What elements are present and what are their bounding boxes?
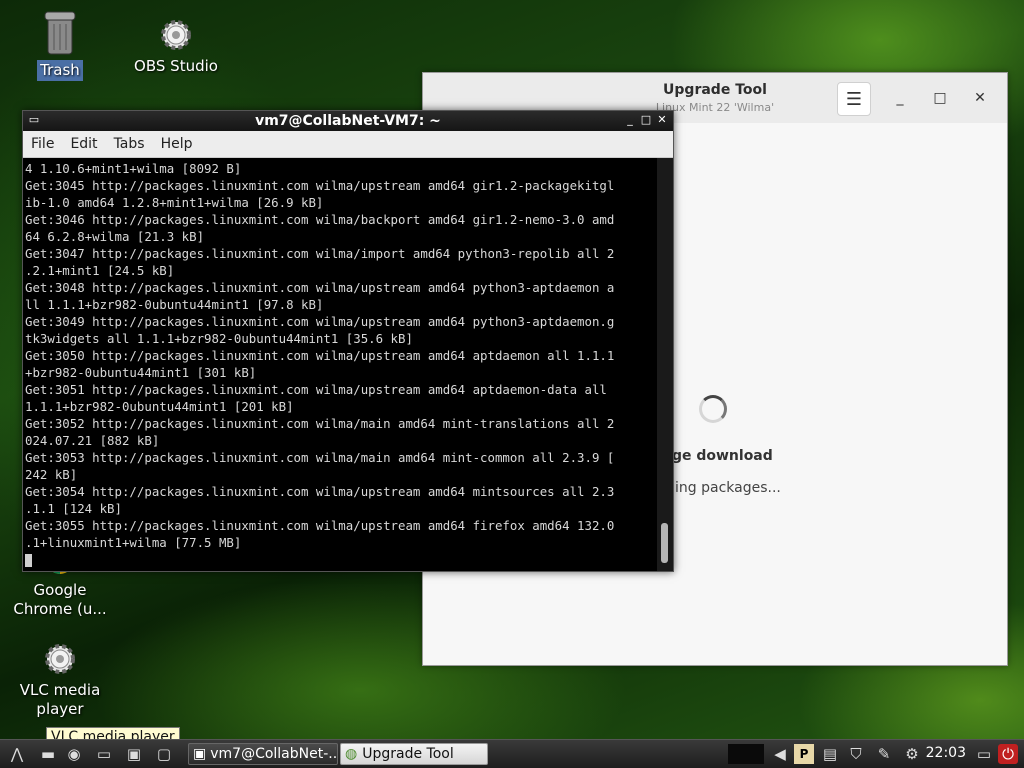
desktop-icon-label: Google Chrome (u... xyxy=(13,581,107,618)
clipboard-icon[interactable]: ▤ xyxy=(820,744,840,764)
desktop-icon-trash[interactable]: Trash xyxy=(10,8,110,81)
terminal-line: Get:3045 http://packages.linuxmint.com w… xyxy=(25,178,615,193)
clock[interactable]: 22:03 xyxy=(926,745,966,761)
user-applet-icon[interactable]: ▭ xyxy=(974,744,994,764)
desktop-icon-label: VLC media player xyxy=(19,681,101,718)
terminal-lines: 4 1.10.6+mint1+wilma [8092 B] Get:3045 ht… xyxy=(23,158,657,568)
power-icon[interactable]: ⏻ xyxy=(998,744,1018,764)
menu-edit[interactable]: Edit xyxy=(70,136,97,152)
volume-icon[interactable]: ◀ xyxy=(770,744,790,764)
task-label: vm7@CollabNet-... xyxy=(210,746,338,762)
terminal-line: .2.1+mint1 [24.5 kB] xyxy=(25,263,175,278)
menu-help[interactable]: Help xyxy=(161,136,193,152)
terminal-window: ▭ vm7@CollabNet-VM7: ~ _ □ ✕ File Edit T… xyxy=(22,110,674,572)
maximize-button[interactable]: □ xyxy=(929,87,951,109)
task-upgrade-tool[interactable]: ◍ Upgrade Tool xyxy=(340,743,488,765)
gear-icon xyxy=(161,20,191,50)
gear-icon xyxy=(45,644,75,674)
close-button[interactable]: ✕ xyxy=(969,87,991,109)
workspace-icon[interactable]: ▢ xyxy=(154,744,174,764)
hamburger-icon: ☰ xyxy=(845,88,863,110)
window-list-icon[interactable]: ▣ xyxy=(124,744,144,764)
taskbar: ⋀ ▬ ◉ ▭ ▣ ▢ ▣ vm7@CollabNet-... ◍ Upgrad… xyxy=(0,739,1024,768)
scrollbar-thumb[interactable] xyxy=(661,523,668,563)
terminal-line: Get:3055 http://packages.linuxmint.com w… xyxy=(25,518,615,533)
terminal-line: Get:3046 http://packages.linuxmint.com w… xyxy=(25,212,615,227)
terminal-titlebar[interactable]: ▭ vm7@CollabNet-VM7: ~ _ □ ✕ xyxy=(23,111,673,131)
minimize-button[interactable]: _ xyxy=(889,87,911,109)
terminal-icon: ▣ xyxy=(193,746,207,762)
menu-tabs[interactable]: Tabs xyxy=(114,136,145,152)
terminal-line: 024.07.21 [882 kB] xyxy=(25,433,160,448)
terminal-line: Get:3050 http://packages.linuxmint.com w… xyxy=(25,348,615,363)
menu-button[interactable]: ☰ xyxy=(837,82,871,116)
terminal-line: 4 1.10.6+mint1+wilma [8092 B] xyxy=(25,161,242,176)
window-title: Upgrade Tool xyxy=(663,82,767,98)
terminal-line: .1.1 [124 kB] xyxy=(25,501,122,516)
task-label: Upgrade Tool xyxy=(362,746,454,762)
terminal-line: 64 6.2.8+wilma [21.3 kB] xyxy=(25,229,205,244)
desktop-icon-obs-studio[interactable]: OBS Studio xyxy=(126,18,226,77)
terminal-line: Get:3051 http://packages.linuxmint.com w… xyxy=(25,382,607,397)
maximize-button[interactable]: □ xyxy=(639,113,653,126)
desktop-icon-label: Trash xyxy=(37,60,83,81)
terminal-line: ll 1.1.1+bzr982-0ubuntu44mint1 [97.8 kB] xyxy=(25,297,324,312)
task-terminal[interactable]: ▣ vm7@CollabNet-... xyxy=(188,743,338,765)
trash-icon xyxy=(44,11,76,55)
terminal-line: Get:3054 http://packages.linuxmint.com w… xyxy=(25,484,615,499)
browser-icon[interactable]: ◉ xyxy=(64,744,84,764)
terminal-line: .1+linuxmint1+wilma [77.5 MB] xyxy=(25,535,242,550)
terminal-line: Get:3047 http://packages.linuxmint.com w… xyxy=(25,246,615,261)
terminal-line: Get:3049 http://packages.linuxmint.com w… xyxy=(25,314,615,329)
upgrade-icon: ◍ xyxy=(345,746,358,762)
desktop-icon-label: OBS Studio xyxy=(134,57,218,75)
terminal-cursor-line xyxy=(25,551,657,568)
menu-file[interactable]: File xyxy=(31,136,54,152)
menu-start-icon[interactable]: ⋀ xyxy=(4,744,30,764)
show-desktop-icon[interactable]: ▬ xyxy=(38,744,58,764)
loading-spinner-icon xyxy=(699,395,727,423)
terminal-line: Get:3048 http://packages.linuxmint.com w… xyxy=(25,280,615,295)
terminal-line: +bzr982-0ubuntu44mint1 [301 kB] xyxy=(25,365,257,380)
terminal-menubar: File Edit Tabs Help xyxy=(23,131,673,158)
shield-icon[interactable]: ⛉ xyxy=(846,744,866,764)
desktop-icon-vlc[interactable]: VLC media player xyxy=(10,642,110,720)
terminal-line: Get:3053 http://packages.linuxmint.com w… xyxy=(25,450,615,465)
terminal-line: Get:3052 http://packages.linuxmint.com w… xyxy=(25,416,615,431)
terminal-line: 242 kB] xyxy=(25,467,78,482)
terminal-line: 1.1.1+bzr982-0ubuntu44mint1 [201 kB] xyxy=(25,399,294,414)
files-icon[interactable]: ▭ xyxy=(94,744,114,764)
cpu-graph-icon xyxy=(728,744,764,764)
text-cursor xyxy=(25,554,32,567)
minimize-button[interactable]: _ xyxy=(623,113,637,126)
network-icon[interactable]: ✎ xyxy=(874,744,894,764)
terminal-line: tk3widgets all 1.1.1+bzr982-0ubuntu44min… xyxy=(25,331,413,346)
terminal-output[interactable]: 4 1.10.6+mint1+wilma [8092 B] Get:3045 ht… xyxy=(23,158,657,571)
terminal-title: vm7@CollabNet-VM7: ~ xyxy=(255,113,441,129)
update-manager-icon[interactable]: ⚙ xyxy=(902,744,922,764)
p-applet-icon[interactable]: P xyxy=(794,744,814,764)
terminal-line: ib-1.0 amd64 1.2.8+mint1+wilma [26.9 kB] xyxy=(25,195,324,210)
terminal-scrollbar[interactable] xyxy=(657,158,673,571)
close-button[interactable]: ✕ xyxy=(655,113,669,126)
